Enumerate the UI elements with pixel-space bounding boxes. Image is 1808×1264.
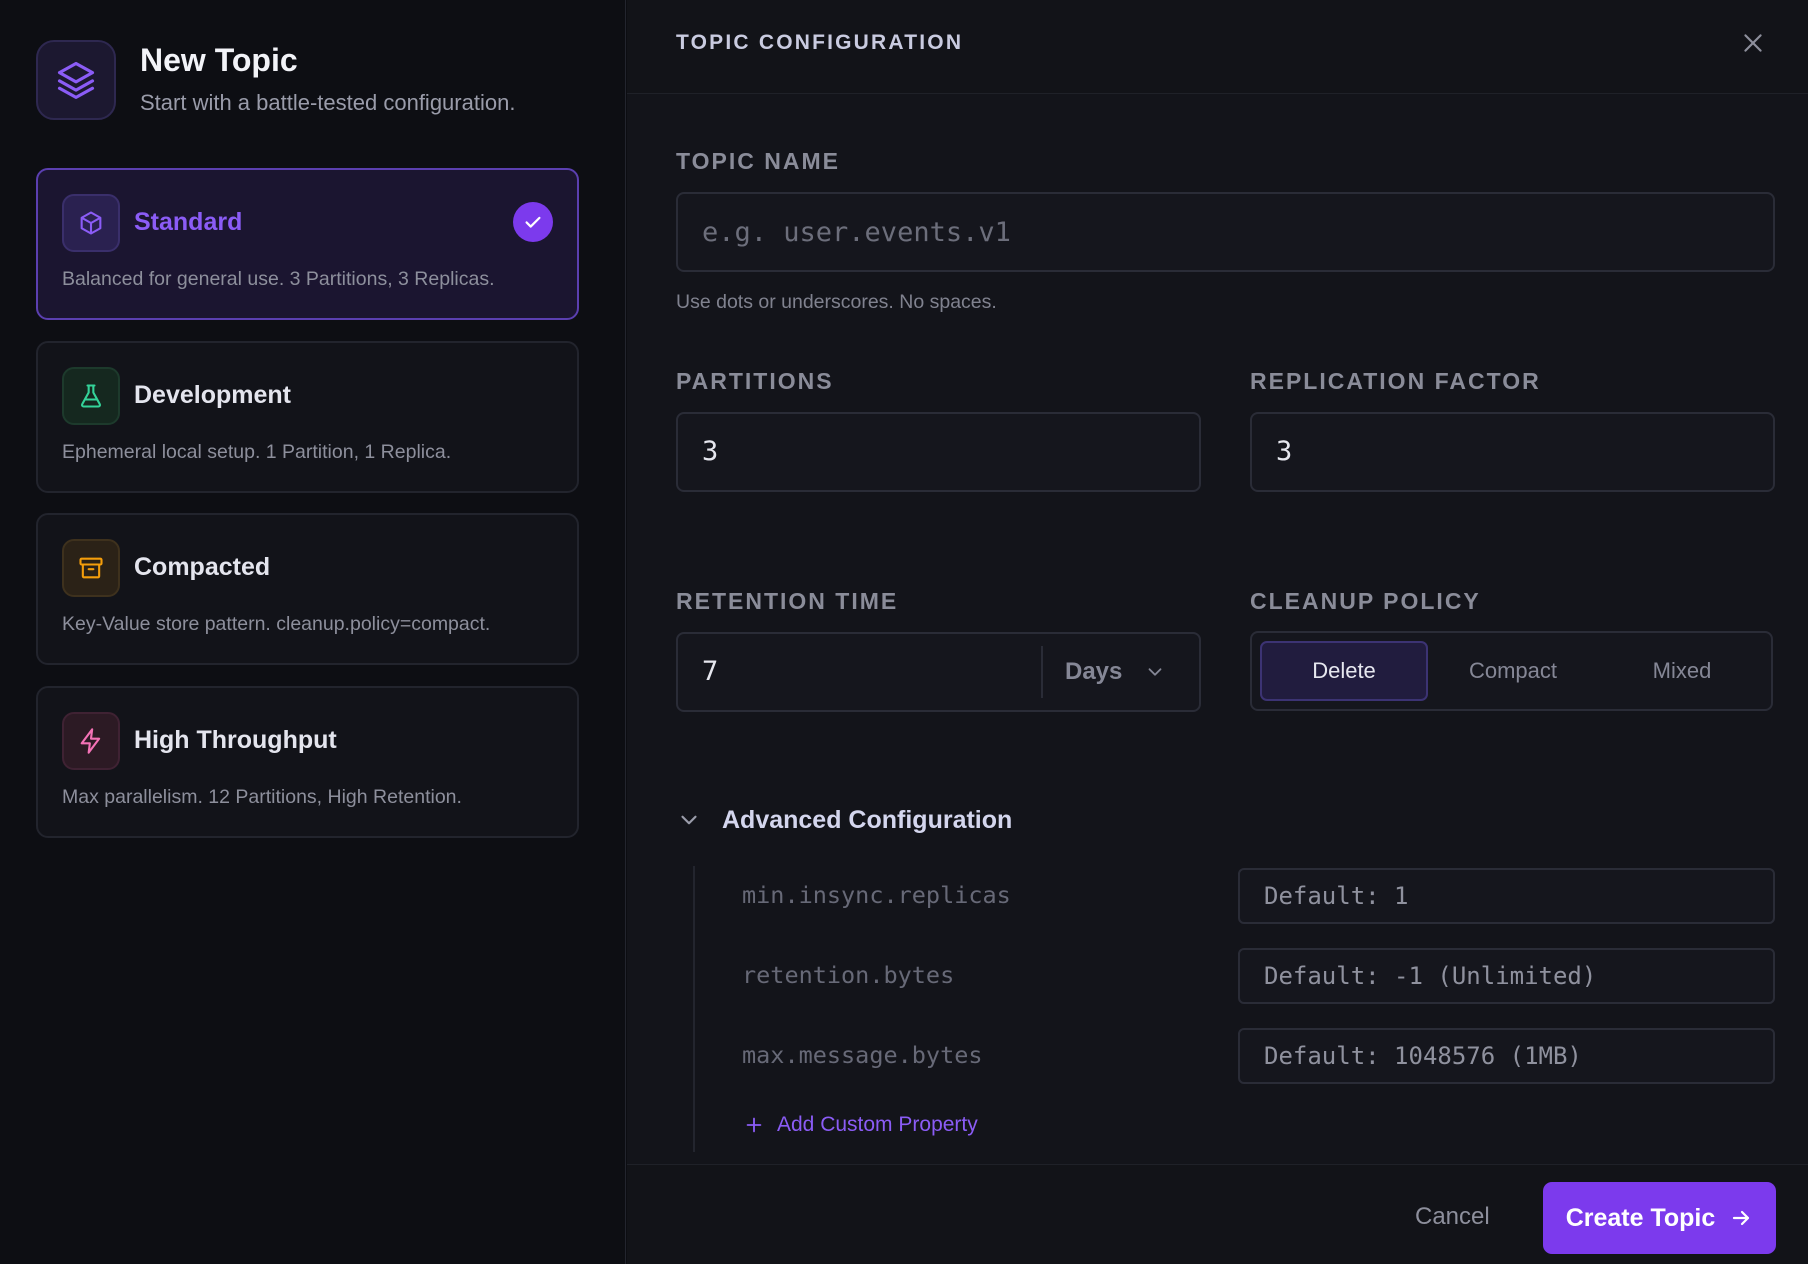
layers-icon (36, 40, 116, 120)
check-icon (513, 202, 553, 242)
retention-time-value[interactable]: 7 (702, 656, 718, 687)
cancel-button[interactable]: Cancel (1415, 1203, 1490, 1231)
preset-description: Ephemeral local setup. 1 Partition, 1 Re… (62, 441, 452, 463)
replication-factor-value: 3 (1276, 436, 1293, 467)
panel-header: TOPIC CONFIGURATION (627, 0, 1808, 94)
flask-icon (62, 367, 120, 425)
configuration-panel: TOPIC CONFIGURATION TOPIC NAME Use dots … (627, 0, 1808, 1264)
advanced-config-toggle[interactable]: Advanced Configuration (676, 800, 1012, 840)
retention-time-field: 7 Days (676, 632, 1201, 712)
box-icon (62, 194, 120, 252)
archive-icon (62, 539, 120, 597)
preset-card-development[interactable]: Development Ephemeral local setup. 1 Par… (36, 341, 579, 493)
preset-description: Max parallelism. 12 Partitions, High Ret… (62, 786, 462, 808)
preset-description: Key-Value store pattern. cleanup.policy=… (62, 613, 491, 635)
retention-unit-select[interactable]: Days (1041, 646, 1199, 698)
min-insync-replicas-input[interactable] (1240, 870, 1773, 922)
preset-card-compacted[interactable]: Compacted Key-Value store pattern. clean… (36, 513, 579, 665)
replication-factor-label: REPLICATION FACTOR (1250, 368, 1541, 394)
page-subtitle: Start with a battle-tested configuration… (140, 90, 516, 115)
preset-name: Standard (134, 208, 243, 236)
topic-name-input[interactable] (678, 194, 1773, 270)
plus-icon (746, 1117, 762, 1133)
preset-description: Balanced for general use. 3 Partitions, … (62, 268, 495, 290)
page-title: New Topic (140, 42, 298, 78)
panel-footer: Cancel Create Topic (627, 1164, 1808, 1264)
max-message-bytes-input[interactable] (1240, 1030, 1773, 1082)
preset-name: High Throughput (134, 726, 337, 754)
retention-bytes-input[interactable] (1240, 950, 1773, 1002)
chevron-down-icon (1148, 668, 1162, 676)
lightning-icon (62, 712, 120, 770)
chevron-down-icon (681, 815, 697, 825)
cleanup-delete-option[interactable]: Delete (1260, 641, 1428, 701)
topic-name-label: TOPIC NAME (676, 148, 840, 174)
cleanup-mixed-option[interactable]: Mixed (1598, 641, 1766, 701)
retention-unit-value: Days (1065, 658, 1123, 685)
property-field (1238, 868, 1775, 924)
property-field (1238, 948, 1775, 1004)
close-icon (1744, 34, 1762, 52)
topic-name-field (676, 192, 1775, 272)
partitions-value: 3 (702, 436, 719, 467)
create-topic-label: Create Topic (1565, 1203, 1716, 1232)
advanced-config-title: Advanced Configuration (722, 805, 1013, 834)
close-button[interactable] (1738, 28, 1768, 58)
add-custom-property-button[interactable]: Add Custom Property (743, 1113, 978, 1137)
retention-time-label: RETENTION TIME (676, 588, 899, 614)
create-topic-button[interactable]: Create Topic (1543, 1182, 1776, 1254)
property-key: max.message.bytes (742, 1041, 983, 1069)
topic-name-hint: Use dots or underscores. No spaces. (676, 291, 997, 313)
add-custom-property-label: Add Custom Property (777, 1113, 978, 1136)
cleanup-compact-option[interactable]: Compact (1429, 641, 1597, 701)
preset-name: Compacted (134, 553, 271, 581)
cleanup-policy-label: CLEANUP POLICY (1250, 588, 1481, 614)
property-field (1238, 1028, 1775, 1084)
property-key: min.insync.replicas (742, 881, 1011, 909)
replication-factor-input[interactable]: 3 (1250, 412, 1775, 492)
partitions-input[interactable]: 3 (676, 412, 1201, 492)
preset-name: Development (134, 381, 291, 409)
property-key: retention.bytes (742, 961, 955, 989)
advanced-divider (693, 866, 695, 1152)
preset-card-high-throughput[interactable]: High Throughput Max parallelism. 12 Part… (36, 686, 579, 838)
panel-title: TOPIC CONFIGURATION (676, 31, 964, 54)
partitions-label: PARTITIONS (676, 368, 834, 394)
preset-card-standard[interactable]: Standard Balanced for general use. 3 Par… (36, 168, 579, 320)
preset-sidebar: New Topic Start with a battle-tested con… (0, 0, 626, 1264)
arrow-right-icon (1733, 1210, 1750, 1226)
cleanup-policy-segmented: Delete Compact Mixed (1250, 631, 1773, 711)
